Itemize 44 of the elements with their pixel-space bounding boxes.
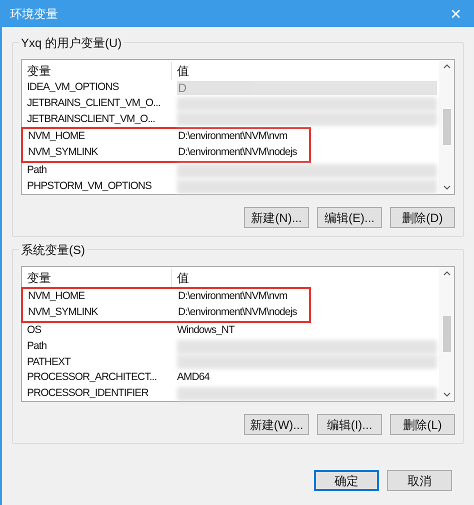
action-button[interactable]: 删除(D) (390, 207, 455, 228)
action-button[interactable]: 编辑(I)... (317, 414, 382, 435)
action-button[interactable]: 编辑(E)... (317, 207, 382, 228)
variable-value-cell[interactable]: D:\environment\NVM\nvm (173, 289, 288, 305)
variable-name-cell[interactable]: OS (22, 323, 172, 339)
scroll-thumb[interactable] (442, 109, 450, 145)
variable-name-cell[interactable]: JETBRAINSCLIENT_VM_O... (22, 112, 172, 128)
action-button[interactable]: 新建(N)... (244, 207, 309, 228)
variable-name-cell[interactable]: NVM_HOME (23, 289, 173, 305)
dialog-button[interactable]: 取消 (387, 470, 452, 491)
column-header[interactable]: 变量 (22, 269, 172, 287)
variable-value-cell[interactable]: AMD64 (172, 370, 210, 386)
variable-name-cell[interactable]: JETBRAINS_CLIENT_VM_O... (22, 96, 172, 112)
variable-name-cell[interactable]: NVM_SYMLINK (23, 145, 173, 162)
variable-name-cell[interactable]: Path (22, 163, 172, 179)
variable-name-cell[interactable]: PATHEXT (22, 354, 172, 370)
variable-value-cell[interactable]: D:\environment\NVM\nodejs (173, 145, 297, 162)
scrollbar[interactable] (439, 60, 454, 194)
variable-value-cell[interactable]: D:\environment\NVM\nvm (173, 129, 288, 146)
variable-value-cell[interactable]: Windows_NT (172, 323, 234, 339)
group-label: Yxq 的用户变量(U) (19, 34, 124, 52)
variable-value-cell[interactable]: D:\environment\NVM\nodejs (173, 305, 297, 321)
action-button[interactable]: 删除(L) (390, 414, 455, 435)
variable-name-cell[interactable]: NVM_SYMLINK (23, 305, 173, 321)
variable-name-cell[interactable]: PROCESSOR_IDENTIFIER (22, 386, 172, 402)
group-label: 系统变量(S) (19, 241, 87, 259)
scroll-up-icon[interactable] (442, 64, 450, 69)
variable-name-cell[interactable]: Path (22, 338, 172, 354)
column-header[interactable]: 值 (172, 62, 189, 80)
variable-name-cell[interactable]: NVM_HOME (23, 129, 173, 146)
scrollbar[interactable] (439, 267, 454, 401)
dialog-button[interactable]: 确定 (314, 470, 379, 491)
column-header[interactable]: 值 (172, 269, 189, 287)
variable-name-cell[interactable]: IDEA_VM_OPTIONS (22, 80, 172, 96)
column-header[interactable]: 变量 (22, 62, 172, 80)
scroll-up-icon[interactable] (442, 271, 450, 276)
scroll-thumb[interactable] (442, 316, 450, 352)
blurred-value-cell: D (177, 80, 437, 95)
variable-name-cell[interactable]: PROCESSOR_ARCHITECT... (22, 370, 172, 386)
variable-name-cell[interactable]: PHPSTORM_VM_OPTIONS (22, 179, 172, 195)
action-button[interactable]: 新建(W)... (244, 414, 309, 435)
window-title: 环境变量 (10, 6, 58, 22)
scroll-down-icon[interactable] (442, 185, 450, 190)
scroll-down-icon[interactable] (442, 392, 450, 397)
